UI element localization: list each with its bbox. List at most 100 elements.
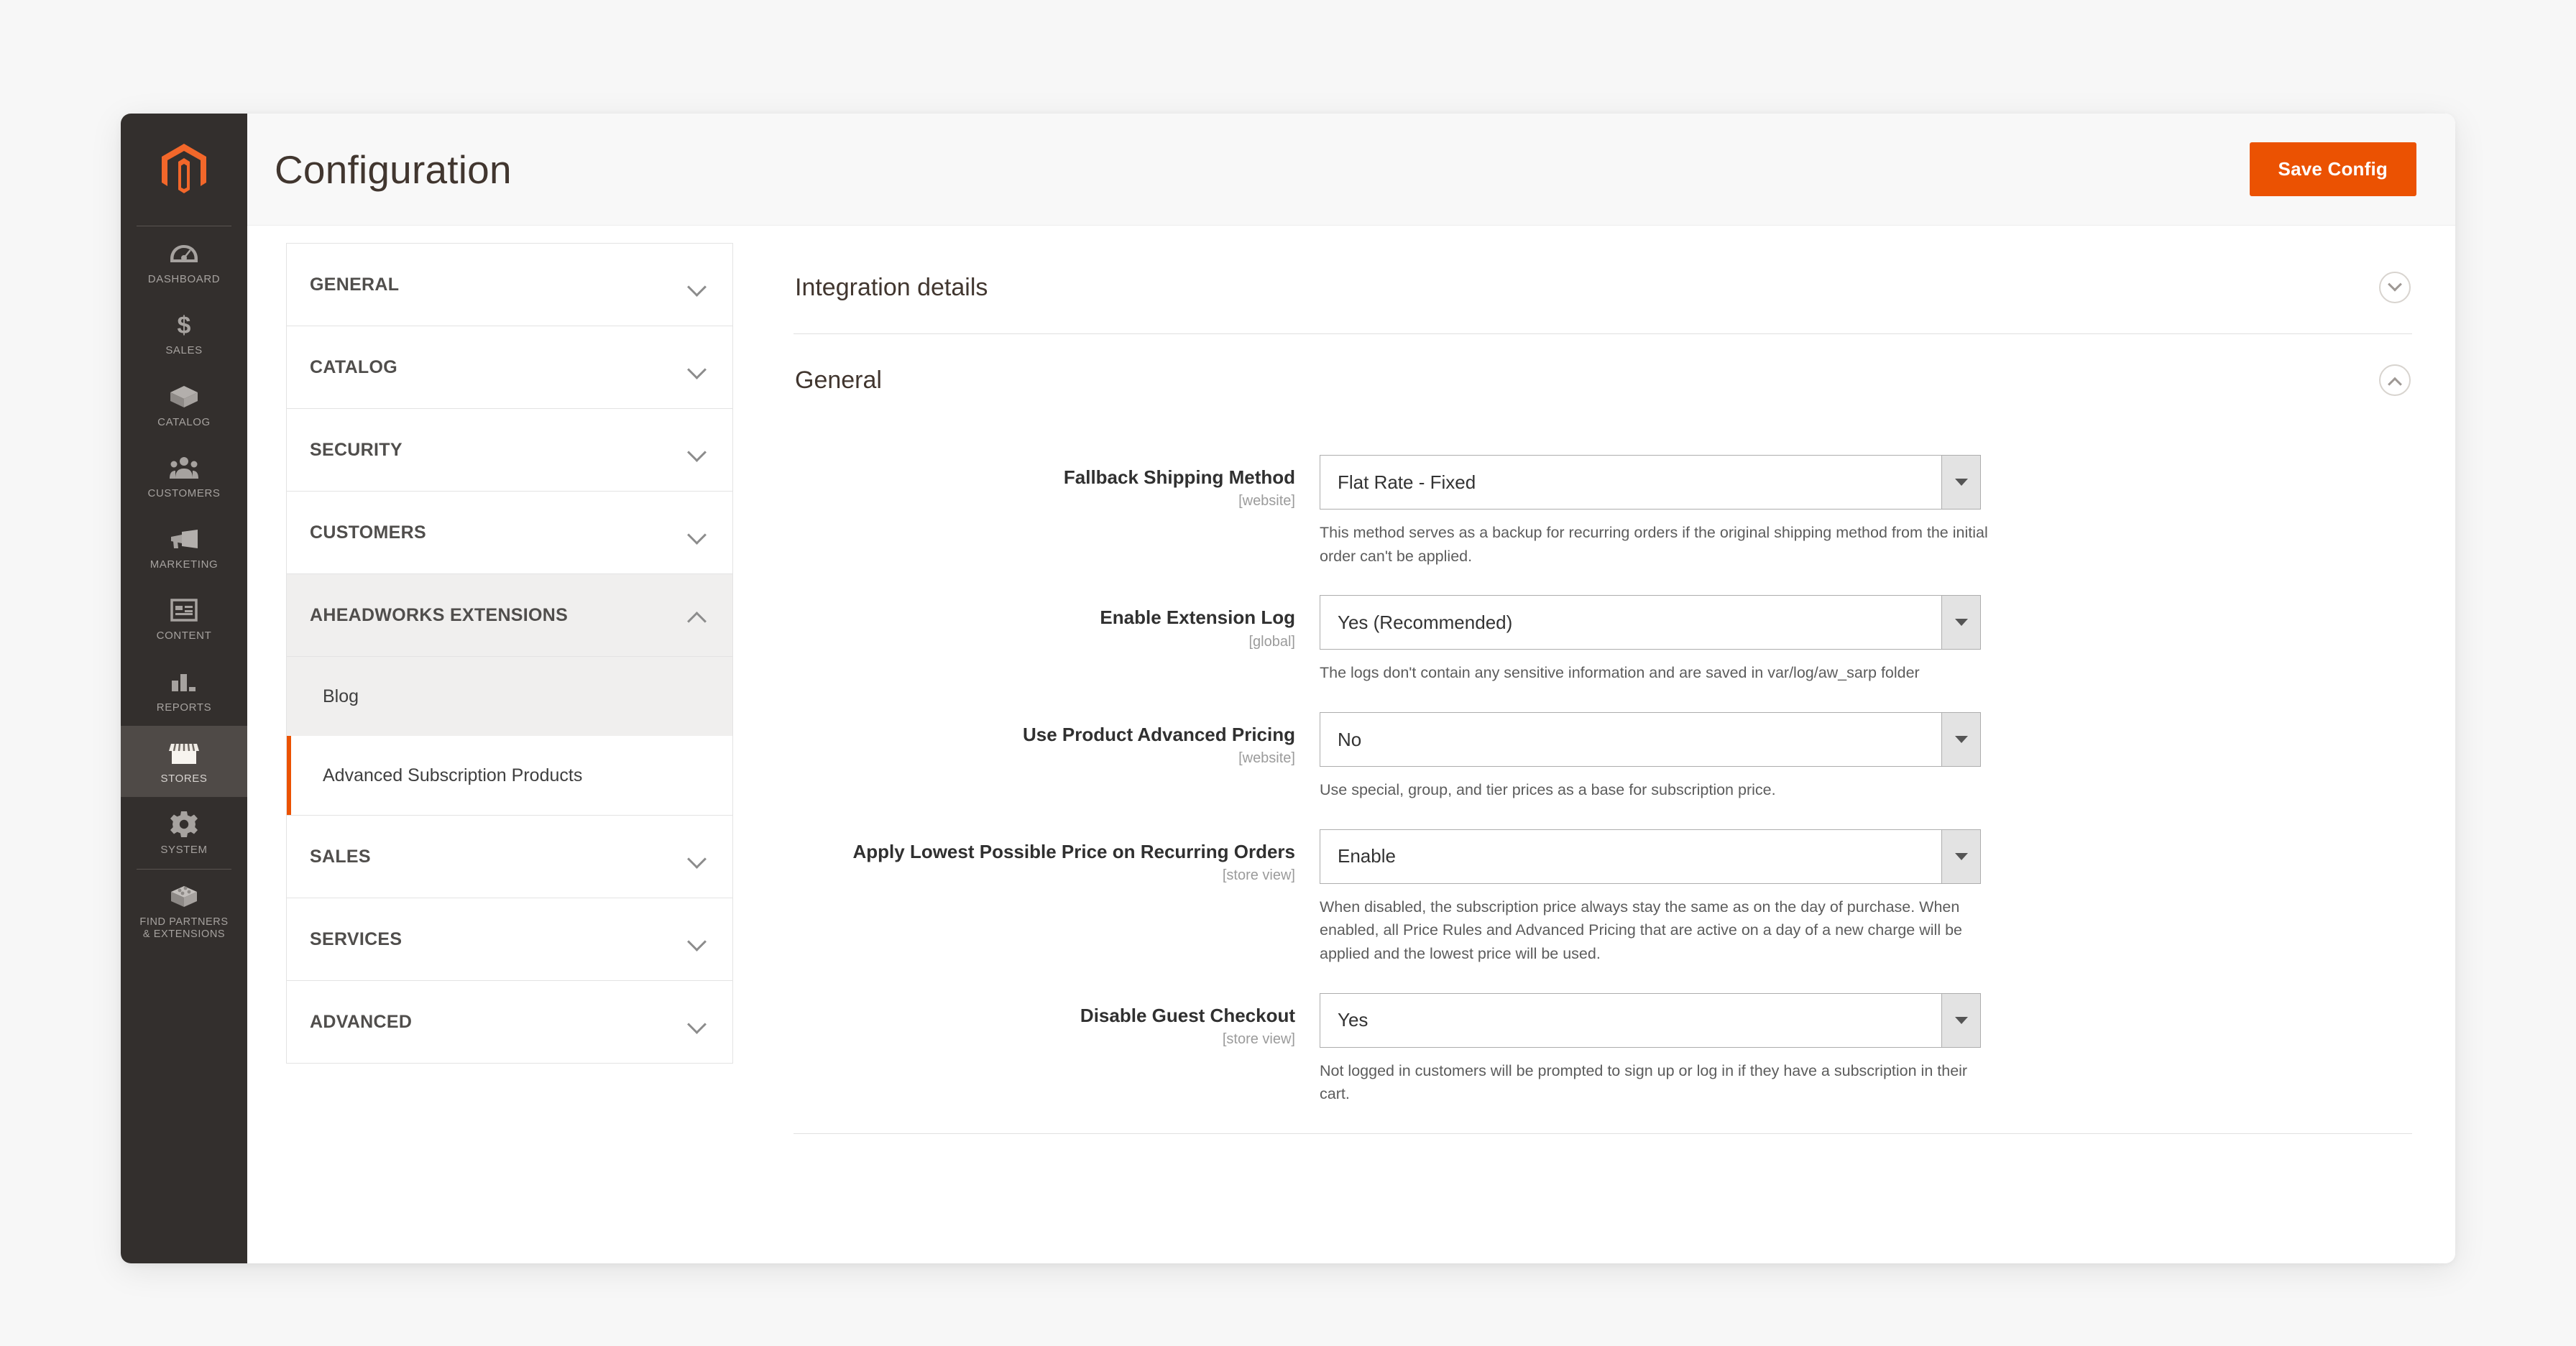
content-wrapper: GENERAL CATALOG SECURITY CUSTOMERS AHEAD… (247, 226, 2455, 1263)
chevron-down-circle-icon[interactable] (2379, 272, 2411, 303)
sidebar-item-reports[interactable]: REPORTS (121, 655, 247, 726)
sidebar-item-sales[interactable]: $ SALES (121, 298, 247, 369)
settings-fields: Fallback Shipping Method [website] Flat … (794, 426, 2412, 1106)
sidebar-item-label: REPORTS (156, 701, 212, 714)
chevron-up-circle-icon[interactable] (2379, 364, 2411, 396)
fallback-shipping-method-select[interactable]: Flat Rate - Fixed (1320, 455, 1981, 510)
sidebar-item-label: STORES (160, 773, 208, 785)
field-apply-lowest-possible-price-on-recurring-orders: Apply Lowest Possible Price on Recurring… (794, 829, 2412, 966)
sidebar-item-label: SYSTEM (160, 844, 208, 857)
field-control-col: Yes Not logged in customers will be prom… (1320, 992, 1988, 1106)
sidebar-item-label-line2: & EXTENSIONS (142, 928, 226, 941)
apply-lowest-possible-price-select[interactable]: Enable (1320, 829, 1981, 884)
field-note: When disabled, the subscription price al… (1320, 898, 1962, 963)
field-control-col: Enable When disabled, the subscription p… (1320, 829, 1988, 966)
config-subitem-advanced-subscription-products[interactable]: Advanced Subscription Products (287, 736, 732, 815)
save-config-button[interactable]: Save Config (2249, 142, 2416, 196)
select-value: Yes (Recommended) (1338, 611, 1513, 633)
field-label: Enable Extension Log (1100, 607, 1295, 629)
sidebar-item-label: SALES (165, 344, 203, 357)
select-value: No (1338, 728, 1362, 750)
select-caret-icon[interactable] (1941, 596, 1980, 650)
config-group-services: SERVICES (286, 898, 733, 980)
config-group-header-sales[interactable]: SALES (287, 816, 732, 898)
config-group-label: ADVANCED (310, 1011, 413, 1032)
select-value: Yes (1338, 1009, 1368, 1031)
sidebar-item-label: MARKETING (150, 558, 218, 571)
enable-extension-log-select[interactable]: Yes (Recommended) (1320, 595, 1981, 650)
config-group-sales: SALES (286, 815, 733, 898)
box-icon (124, 382, 244, 411)
section-header-integration-details[interactable]: Integration details (794, 241, 2412, 334)
config-group-header-customers[interactable]: CUSTOMERS (287, 492, 732, 573)
select-value: Enable (1338, 845, 1396, 867)
chevron-down-icon (688, 934, 707, 945)
config-group-label: AHEADWORKS EXTENSIONS (310, 604, 569, 625)
field-scope: [website] (1238, 750, 1295, 767)
disable-guest-checkout-select[interactable]: Yes (1320, 992, 1981, 1048)
config-group-label: SECURITY (310, 439, 402, 460)
config-group-header-services[interactable]: SERVICES (287, 898, 732, 980)
chevron-down-icon (688, 1016, 707, 1028)
select-caret-icon[interactable] (1941, 456, 1980, 509)
config-subitem-blog[interactable]: Blog (287, 657, 732, 736)
select-caret-icon[interactable] (1941, 993, 1980, 1047)
config-group-header-advanced[interactable]: ADVANCED (287, 981, 732, 1063)
config-group-header-security[interactable]: SECURITY (287, 409, 732, 491)
settings-bottom-divider (794, 1133, 2412, 1135)
config-group-header-aheadworks-extensions[interactable]: AHEADWORKS EXTENSIONS (287, 574, 732, 656)
chevron-up-icon (688, 609, 707, 621)
bar-chart-icon (124, 668, 244, 696)
use-product-advanced-pricing-select[interactable]: No (1320, 712, 1981, 768)
select-value: Flat Rate - Fixed (1338, 471, 1476, 493)
dashboard-gauge-icon (124, 239, 244, 268)
admin-sidebar: DASHBOARD $ SALES CATALOG CUSTOMERS MARK… (121, 114, 247, 1263)
gear-icon (124, 810, 244, 839)
field-scope: [store view] (1222, 867, 1295, 883)
config-group-header-general[interactable]: GENERAL (287, 244, 732, 326)
chevron-down-icon (688, 279, 707, 290)
extension-block-icon (124, 882, 244, 911)
page-title: Configuration (275, 147, 512, 192)
sidebar-item-stores[interactable]: STORES (121, 726, 247, 798)
field-enable-extension-log: Enable Extension Log [global] Yes (Recom… (794, 595, 2412, 685)
config-subitem-list: Blog Advanced Subscription Products (287, 656, 732, 815)
field-fallback-shipping-method: Fallback Shipping Method [website] Flat … (794, 455, 2412, 568)
select-caret-icon[interactable] (1941, 829, 1980, 883)
chevron-down-icon (688, 361, 707, 373)
sidebar-item-dashboard[interactable]: DASHBOARD (121, 226, 247, 298)
field-note: This method serves as a backup for recur… (1320, 524, 1988, 565)
field-label: Fallback Shipping Method (1063, 466, 1295, 488)
sidebar-item-label: CONTENT (156, 630, 212, 642)
sidebar-item-label: CATALOG (157, 415, 211, 428)
sidebar-item-content[interactable]: CONTENT (121, 583, 247, 654)
magento-logo[interactable] (121, 114, 247, 226)
select-caret-icon[interactable] (1941, 713, 1980, 767)
sidebar-item-catalog[interactable]: CATALOG (121, 369, 247, 441)
chevron-down-icon (688, 851, 707, 862)
field-note: The logs don't contain any sensitive inf… (1320, 664, 1920, 682)
sidebar-item-find-partners-extensions[interactable]: FIND PARTNERS & EXTENSIONS (121, 870, 247, 953)
chevron-down-icon (688, 444, 707, 456)
config-group-catalog: CATALOG (286, 326, 733, 408)
people-icon (124, 453, 244, 482)
config-group-label: SERVICES (310, 928, 402, 949)
sidebar-item-system[interactable]: SYSTEM (121, 797, 247, 868)
field-scope: [website] (1238, 493, 1295, 510)
layout-window-icon (124, 596, 244, 624)
megaphone-icon (124, 525, 244, 553)
field-control-col: No Use special, group, and tier prices a… (1320, 712, 1988, 802)
sidebar-item-customers[interactable]: CUSTOMERS (121, 441, 247, 512)
field-label-col: Use Product Advanced Pricing [website] (794, 712, 1320, 767)
sidebar-item-marketing[interactable]: MARKETING (121, 512, 247, 583)
config-group-header-catalog[interactable]: CATALOG (287, 326, 732, 408)
admin-main: Configuration Save Config GENERAL CATALO… (247, 114, 2455, 1263)
config-group-label: GENERAL (310, 274, 400, 295)
field-label-col: Disable Guest Checkout [store view] (794, 993, 1320, 1048)
config-group-label: CUSTOMERS (310, 522, 426, 543)
section-title: General (795, 366, 882, 394)
section-header-general[interactable]: General (794, 334, 2412, 426)
field-note: Use special, group, and tier prices as a… (1320, 781, 1776, 799)
field-label-col: Apply Lowest Possible Price on Recurring… (794, 829, 1320, 884)
field-label-col: Enable Extension Log [global] (794, 595, 1320, 650)
